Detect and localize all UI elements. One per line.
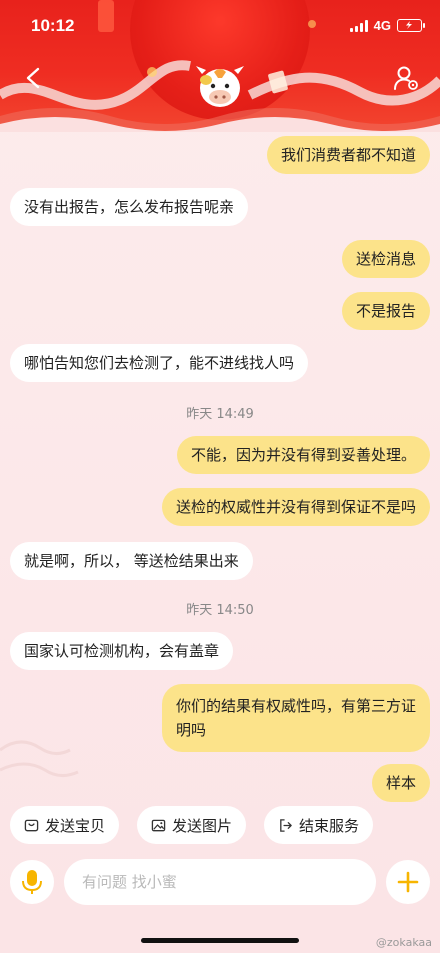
status-indicators: 4G [349,18,425,33]
message-bubble-sent: 样本 [371,764,430,802]
send-image-label: 发送图片 [172,816,233,835]
home-indicator [141,938,299,943]
more-options-button[interactable] [386,860,430,904]
end-service-label: 结束服务 [299,816,360,835]
image-icon [151,819,166,831]
message-bubble-received: 哪怕告知您们去检测了，能不进线找人吗 [10,344,309,382]
voice-input-button[interactable] [10,860,54,904]
message-bubble-received: 没有出报告，怎么发布报告呢亲 [10,188,249,226]
plus-icon [397,871,419,893]
exit-icon [280,818,292,832]
timestamp: 昨天 14:50 [186,603,254,618]
message-input[interactable] [64,859,376,905]
send-image-button[interactable]: 发送图片 [137,806,247,844]
message-bubble-sent: 送检的权威性并没有得到保证不是吗 [161,488,430,526]
chevron-left-icon [26,67,40,89]
user-settings-icon [394,66,418,90]
signal-icon [349,19,368,32]
message-bubble-sent: 我们消费者都不知道 [266,136,430,174]
message-bubble-received: 国家认可检测机构，会有盖章 [10,632,234,670]
package-icon [24,819,39,831]
cow-mascot-icon [192,58,248,114]
timestamp: 昨天 14:49 [186,407,254,422]
battery-icon [397,19,425,32]
cloud-decoration [0,740,79,777]
message-bubble-sent: 你们的结果有权威性吗，有第三方证 明吗 [161,684,430,752]
message-bubble-received: 就是啊，所以， 等送检结果出来 [10,542,253,580]
message-bubble-sent: 不能，因为并没有得到妥善处理。 [176,436,430,474]
chat-header: 10:12 4G [0,0,440,132]
network-label: 4G [373,18,391,33]
status-time: 10:12 [31,16,75,35]
message-line: 明吗 [175,721,206,739]
send-product-label: 发送宝贝 [45,816,106,835]
message-bubble-sent: 不是报告 [341,292,430,330]
back-button[interactable] [22,66,46,90]
message-bubble-sent: 送检消息 [341,240,430,278]
microphone-icon [22,870,42,894]
send-product-button[interactable]: 发送宝贝 [10,806,120,844]
profile-settings-button[interactable] [392,64,420,92]
watermark: @zokakaa [375,936,432,949]
end-service-button[interactable]: 结束服务 [264,806,374,844]
message-line: 你们的结果有权威性吗，有第三方证 [175,697,416,715]
